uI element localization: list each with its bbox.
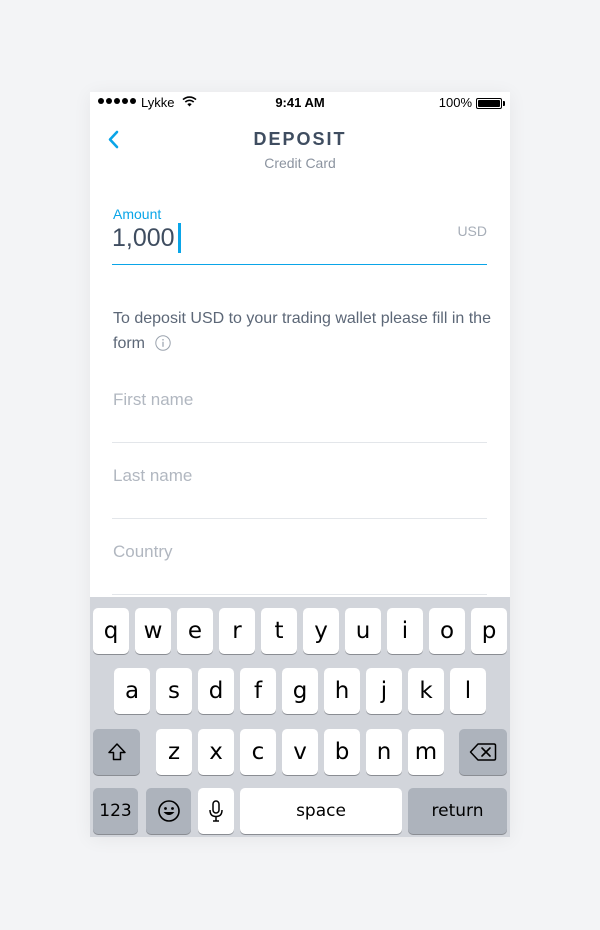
emoji-icon (157, 800, 180, 822)
page-title: DEPOSIT (253, 129, 347, 149)
key-x[interactable]: x (198, 729, 234, 775)
first-name-placeholder: First name (113, 390, 194, 409)
first-name-field[interactable]: First name (112, 382, 487, 443)
info-icon[interactable] (155, 335, 172, 351)
page-subtitle: Credit Card (264, 155, 336, 171)
keyboard: q w e r t y u i o p a s d f g h j k l z … (90, 597, 510, 837)
key-v[interactable]: v (282, 729, 318, 775)
last-name-field[interactable]: Last name (112, 458, 487, 519)
shift-key[interactable] (93, 729, 140, 775)
key-g[interactable]: g (282, 668, 318, 714)
key-q[interactable]: q (93, 608, 129, 654)
amount-value: 1,000 (112, 223, 175, 252)
space-key[interactable]: space (240, 788, 402, 834)
battery-percent: 100% (438, 95, 472, 110)
key-o[interactable]: o (429, 608, 465, 654)
return-key[interactable]: return (408, 788, 507, 834)
battery-icon (476, 98, 505, 109)
shift-icon (107, 743, 126, 761)
numbers-key[interactable]: 123 (93, 788, 138, 834)
key-n[interactable]: n (366, 729, 402, 775)
key-e[interactable]: e (177, 608, 213, 654)
dictation-key[interactable] (198, 788, 234, 834)
key-a[interactable]: a (114, 668, 150, 714)
key-t[interactable]: t (261, 608, 297, 654)
key-l[interactable]: l (450, 668, 486, 714)
key-p[interactable]: p (471, 608, 507, 654)
backspace-icon (469, 743, 497, 761)
key-w[interactable]: w (135, 608, 171, 654)
key-m[interactable]: m (408, 729, 444, 775)
key-i[interactable]: i (387, 608, 423, 654)
key-r[interactable]: r (219, 608, 255, 654)
key-j[interactable]: j (366, 668, 402, 714)
country-field[interactable]: Country (112, 534, 487, 595)
amount-label: Amount (113, 206, 162, 222)
key-c[interactable]: c (240, 729, 276, 775)
microphone-icon (209, 800, 223, 822)
last-name-placeholder: Last name (113, 466, 193, 485)
amount-input[interactable]: 1,000 (112, 223, 181, 253)
emoji-key[interactable] (146, 788, 191, 834)
key-d[interactable]: d (198, 668, 234, 714)
key-b[interactable]: b (324, 729, 360, 775)
delete-key[interactable] (459, 729, 507, 775)
key-y[interactable]: y (303, 608, 339, 654)
amount-underline (112, 264, 487, 265)
key-z[interactable]: z (156, 729, 192, 775)
text-cursor (177, 223, 181, 253)
key-f[interactable]: f (240, 668, 276, 714)
instructions-text: To deposit USD to your trading wallet pl… (113, 306, 493, 356)
status-bar: Lykke 9:41 AM 100% (90, 92, 510, 114)
currency-label: USD (457, 223, 487, 239)
key-u[interactable]: u (345, 608, 381, 654)
phone-screen: Lykke 9:41 AM 100% DEPOSIT Credit Card A… (90, 92, 510, 837)
key-k[interactable]: k (408, 668, 444, 714)
country-placeholder: Country (113, 542, 173, 561)
key-s[interactable]: s (156, 668, 192, 714)
key-h[interactable]: h (324, 668, 360, 714)
